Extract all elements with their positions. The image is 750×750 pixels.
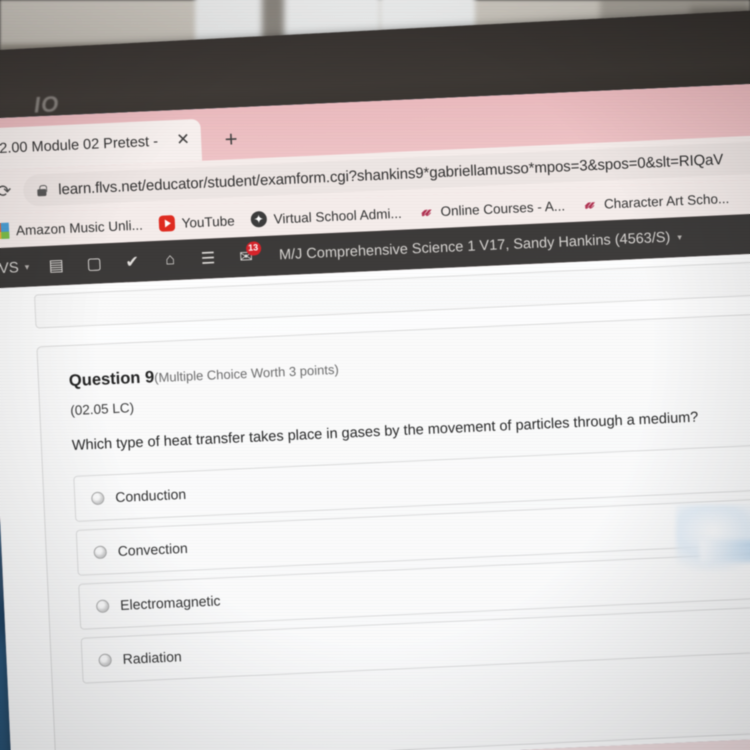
lock-icon [35, 183, 49, 197]
bookmark-label: Online Courses - A... [440, 197, 566, 219]
bookmark-online-courses[interactable]: 𝓊 Online Courses - A... [417, 197, 566, 220]
bookmark-amazon-music[interactable]: Amazon Music Unli... [0, 217, 143, 240]
bookmark-label: YouTube [181, 212, 236, 231]
check-icon[interactable]: ✔ [112, 241, 152, 283]
radio-button-icon[interactable] [95, 598, 110, 613]
mail-icon[interactable]: ✉ 13 [226, 236, 266, 278]
question-text: Which type of heat transfer takes place … [71, 409, 699, 454]
vs-menu-label: VS [0, 258, 20, 277]
new-tab-icon[interactable]: + [219, 126, 244, 152]
course-title-label: M/J Comprehensive Science 1 V17, Sandy H… [278, 229, 671, 264]
photo-of-laptop-screen: IO 2.00 Module 02 Pretest - ✕ + ⟳ learn.… [0, 0, 750, 750]
bookmark-label: Amazon Music Unli... [15, 217, 144, 238]
question-card: Question 9(Multiple Choice Worth 3 point… [36, 312, 750, 750]
vs-menu[interactable]: VS ▾ [0, 258, 38, 277]
question-number: Question 9 [68, 368, 155, 391]
option-label: Convection [117, 539, 189, 560]
bookmark-label: Virtual School Admi... [273, 205, 402, 227]
desktop: 2.00 Module 02 Pretest - ✕ + ⟳ learn.flv… [0, 80, 750, 750]
exam-page: Question 9(Multiple Choice Worth 3 point… [0, 250, 750, 750]
u-icon: 𝓊 [584, 195, 594, 213]
chevron-down-icon: ▾ [24, 261, 30, 272]
amazon-icon [0, 222, 10, 240]
bookmark-youtube[interactable]: YouTube [158, 212, 236, 232]
radio-button-icon[interactable] [98, 652, 112, 667]
option-label: Radiation [122, 648, 183, 667]
youtube-icon [158, 215, 176, 232]
laptop-screen: 2.00 Module 02 Pretest - ✕ + ⟳ learn.flv… [0, 80, 750, 750]
close-icon[interactable]: ✕ [173, 130, 194, 151]
menu-icon[interactable]: ☰ [188, 238, 228, 280]
book-icon[interactable]: ▤ [36, 245, 76, 287]
reload-icon[interactable]: ⟳ [0, 178, 18, 205]
option-label: Conduction [114, 485, 187, 506]
chevron-down-icon: ▾ [677, 231, 683, 242]
question-meta: (Multiple Choice Worth 3 points) [153, 361, 340, 386]
radio-button-icon[interactable] [93, 545, 108, 559]
bookmark-virtual-school-admin[interactable]: ✦ Virtual School Admi... [250, 205, 402, 228]
chrome-browser-window: 2.00 Module 02 Pretest - ✕ + ⟳ learn.flv… [0, 80, 750, 750]
chat-icon[interactable]: ▢ [74, 243, 114, 285]
mail-badge: 13 [245, 241, 261, 256]
globe-icon: ✦ [250, 210, 268, 228]
tab-title: 2.00 Module 02 Pretest - [0, 133, 159, 157]
radio-button-icon[interactable] [91, 491, 105, 505]
bookmark-label: Character Art Scho... [603, 190, 730, 212]
course-selector[interactable]: M/J Comprehensive Science 1 V17, Sandy H… [278, 229, 683, 264]
u-icon: 𝓊 [420, 202, 431, 220]
bookmark-character-art-school[interactable]: 𝓊 Character Art Scho... [581, 190, 730, 213]
home-icon[interactable]: ⌂ [150, 239, 190, 281]
option-label: Electromagnetic [119, 592, 221, 613]
